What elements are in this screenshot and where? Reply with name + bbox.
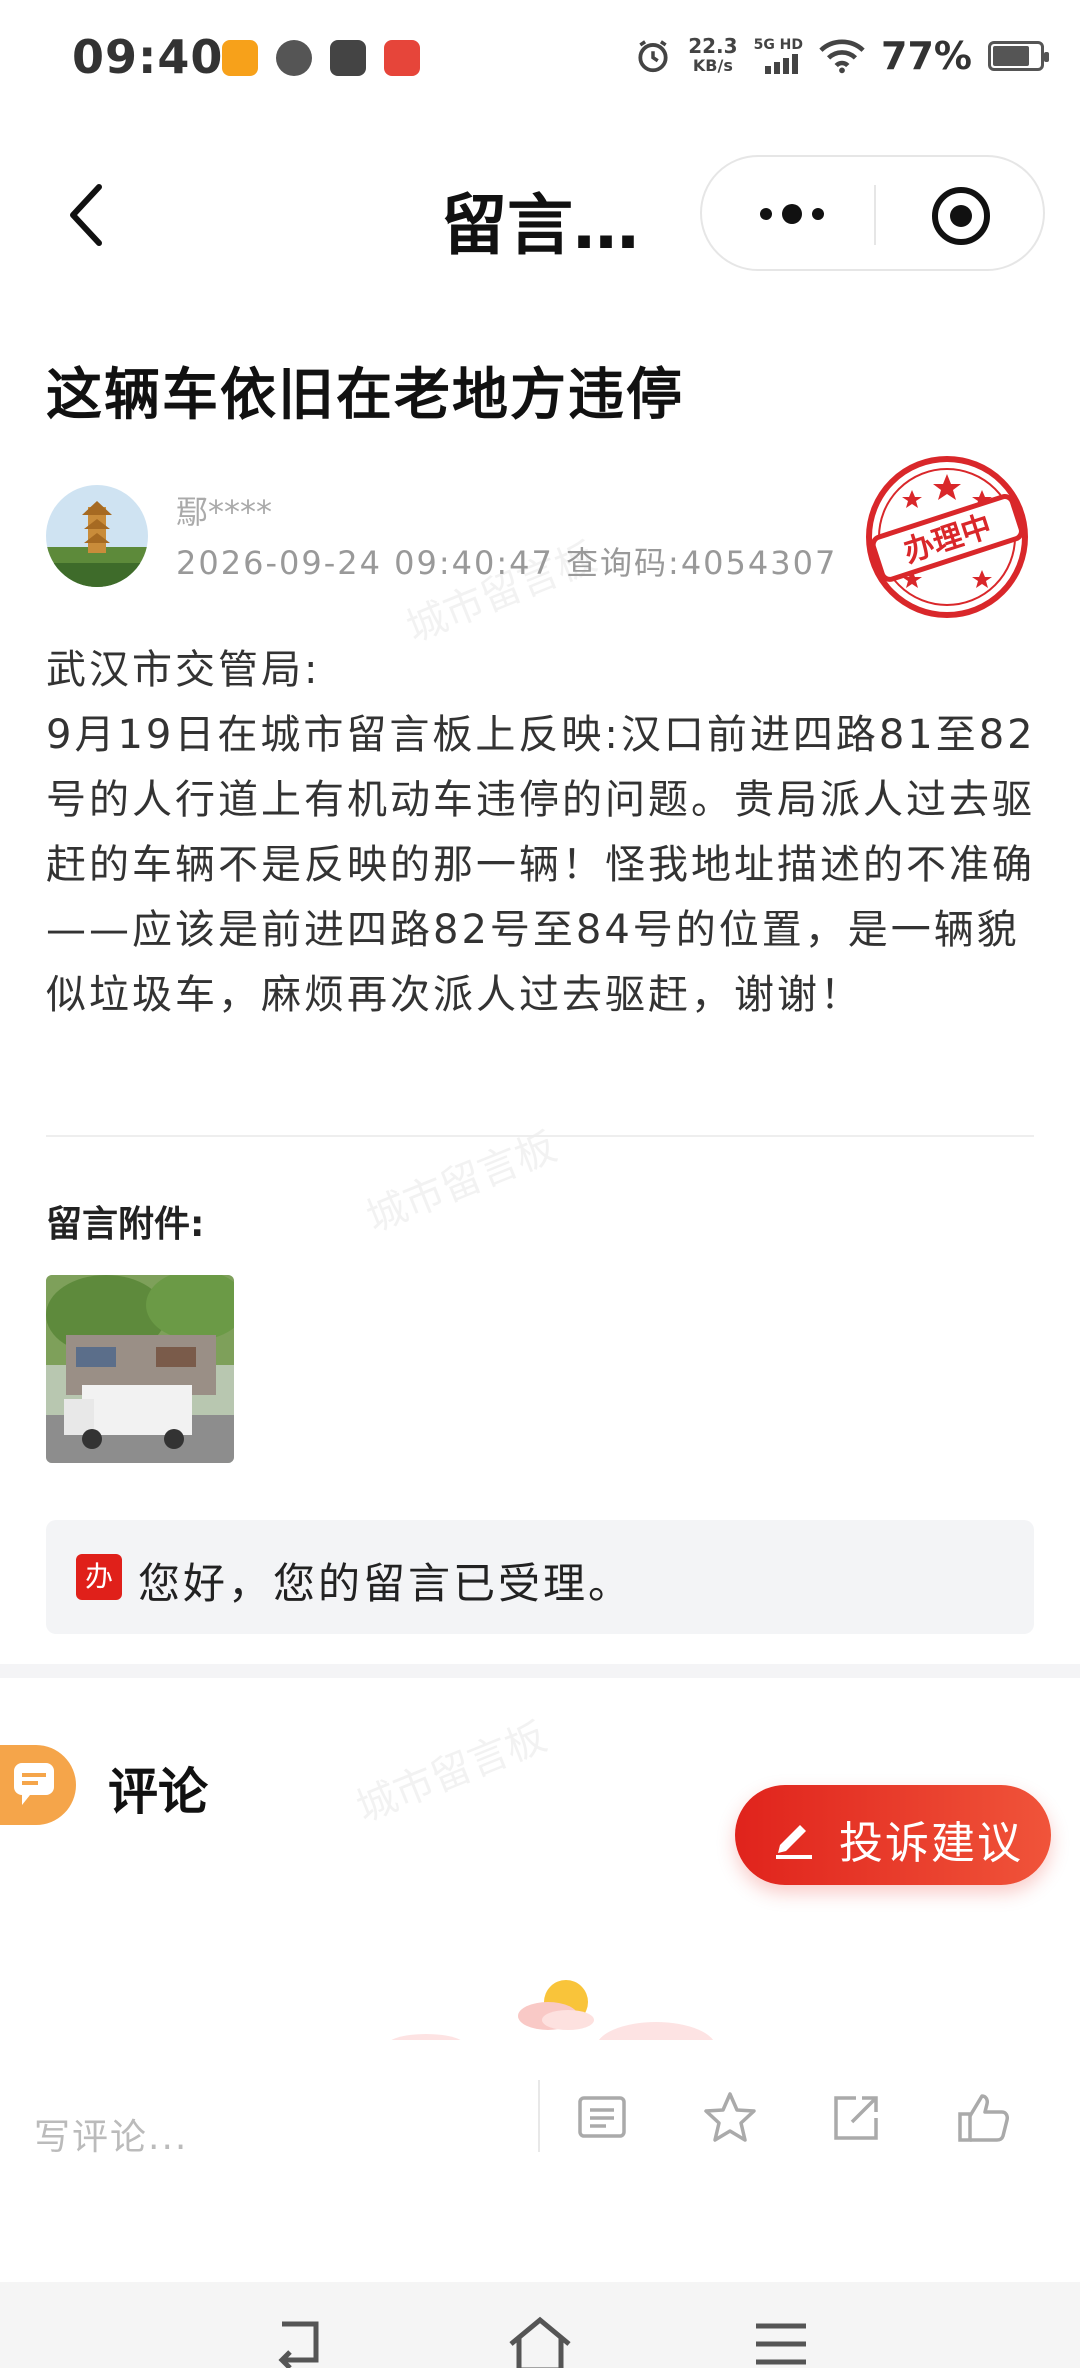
share-icon	[834, 2096, 878, 2140]
home-icon	[509, 2316, 571, 2368]
reply-text: 您好，您的留言已受理。	[138, 1559, 634, 1608]
divider	[46, 1135, 1034, 1137]
comments-button[interactable]	[572, 2088, 632, 2148]
more-dots-icon	[760, 204, 824, 224]
system-home-button[interactable]	[505, 2314, 575, 2368]
avatar[interactable]	[46, 485, 148, 587]
reply-badge: 办	[76, 1554, 122, 1600]
system-back-button[interactable]	[264, 2314, 334, 2368]
target-icon	[932, 187, 990, 245]
back-arrow-icon	[278, 2321, 319, 2368]
post-body-paragraph: 9月19日在城市留言板上反映:汉口前进四路81至82号的人行道上有机动车违停的问…	[46, 712, 1036, 1018]
avatar-image	[46, 485, 148, 587]
page: 城市留言板 城市留言板 城市留言板 09:40 22.3 KB/s 5G HD	[0, 0, 1080, 2368]
official-reply: 办 您好，您的留言已受理。	[46, 1520, 1034, 1634]
like-button[interactable]	[954, 2088, 1014, 2148]
action-divider	[538, 2080, 540, 2152]
back-button[interactable]	[55, 175, 125, 255]
miniapp-capsule	[700, 155, 1045, 271]
signal-group: 5G HD	[754, 38, 803, 74]
net-speed-unit: KB/s	[692, 56, 733, 75]
favorite-button[interactable]	[700, 2088, 760, 2148]
signal-icon	[765, 54, 799, 74]
complaint-suggestion-label: 投诉建议	[839, 1818, 1023, 1869]
wifi-icon	[819, 39, 865, 74]
comment-input[interactable]: 写评论...	[34, 2108, 188, 2160]
thumbs-up-icon	[958, 2094, 1009, 2142]
status-time: 09:40	[72, 30, 224, 84]
menu-icon	[756, 2323, 806, 2365]
net-speed: 22.3 KB/s	[688, 36, 737, 76]
comments-heading: 评论	[108, 1763, 208, 1821]
system-menu-button[interactable]	[746, 2314, 816, 2368]
system-navigation-bar	[0, 2282, 1080, 2368]
comment-action-bar: 写评论...	[0, 2040, 1080, 2220]
message-icon	[330, 40, 366, 76]
chat-bubble-icon	[14, 1763, 54, 1805]
stamp-seal-icon: 办理中	[866, 456, 1028, 618]
post-body-salutation: 武汉市交管局:	[46, 647, 321, 693]
app-notification-icon	[384, 40, 420, 76]
app-notification-icon	[276, 40, 312, 76]
post-meta: 2026-09-24 09:40:47 查询码:4054307	[176, 544, 838, 582]
watermark: 城市留言板	[360, 1123, 563, 1242]
close-miniapp-button[interactable]	[930, 185, 992, 247]
app-notification-icon	[222, 40, 258, 76]
chevron-left-icon	[70, 184, 102, 246]
author-name: 鄢****	[176, 493, 273, 531]
status-stamp: 办理中	[862, 452, 1032, 622]
battery-icon	[988, 41, 1049, 71]
complaint-suggestion-button[interactable]: 投诉建议	[735, 1785, 1051, 1885]
status-bar: 09:40 22.3 KB/s 5G HD 77%	[0, 0, 1080, 130]
pencil-icon	[776, 1825, 812, 1859]
star-icon	[704, 2092, 756, 2142]
net-speed-value: 22.3	[688, 34, 738, 58]
status-right: 22.3 KB/s 5G HD 77%	[634, 34, 1049, 78]
attachment-thumbnail[interactable]	[46, 1275, 234, 1463]
notification-icons	[222, 40, 420, 76]
share-button[interactable]	[826, 2088, 886, 2148]
comment-icon	[578, 2096, 626, 2138]
nav-bar: 留言…	[0, 150, 1080, 280]
comment-section-icon	[0, 1745, 76, 1825]
network-type: 5G HD	[753, 37, 804, 53]
empty-comments-illustration	[370, 1970, 730, 2044]
alarm-icon	[638, 40, 668, 73]
attachment-image	[46, 1275, 234, 1463]
post-title: 这辆车依旧在老地方违停	[46, 363, 684, 428]
post-body: 武汉市交管局: 9月19日在城市留言板上反映:汉口前进四路81至82号的人行道上…	[46, 638, 1036, 1028]
battery-percent: 77%	[881, 34, 972, 78]
watermark: 城市留言板	[350, 1713, 553, 1832]
section-divider	[0, 1664, 1080, 1678]
more-button[interactable]	[752, 199, 832, 229]
capsule-divider	[874, 185, 876, 245]
attachment-label: 留言附件:	[46, 1204, 205, 1245]
